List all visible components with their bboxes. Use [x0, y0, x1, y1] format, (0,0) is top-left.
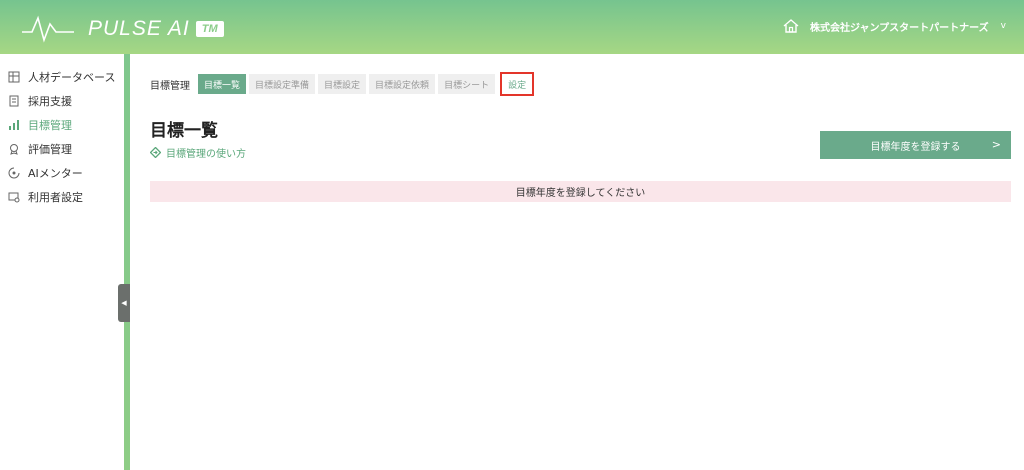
tab-goal-request[interactable]: 目標設定依頼	[369, 74, 436, 94]
logo[interactable]: PULSE AI TM	[22, 14, 224, 44]
chevron-right-icon: >	[991, 138, 1001, 151]
document-icon	[8, 95, 20, 107]
mentor-icon	[8, 167, 20, 179]
sidebar-item-label: AIメンター	[28, 167, 83, 180]
sidebar-divider	[124, 54, 130, 470]
help-link-label: 目標管理の使い方	[166, 149, 246, 160]
breadcrumb-section: 目標管理	[150, 80, 190, 92]
chart-icon	[8, 119, 20, 131]
badge-icon	[8, 143, 20, 155]
sidebar-collapse-handle[interactable]: ◀	[118, 284, 130, 322]
sidebar-item-label: 採用支援	[28, 95, 72, 108]
sidebar: 人材データベース 採用支援 目標管理 評価管理 AIメンター 利用者設定	[0, 54, 124, 470]
home-icon[interactable]	[782, 17, 800, 35]
pulse-logo-icon	[22, 15, 74, 43]
app-header: PULSE AI TM 株式会社ジャンプスタートパートナーズ v	[0, 0, 1024, 54]
chevron-down-icon[interactable]: v	[1001, 21, 1006, 31]
sidebar-item-label: 評価管理	[28, 143, 72, 156]
page-title: 目標一覧	[150, 121, 218, 141]
sidebar-item-user-settings[interactable]: 利用者設定	[8, 188, 83, 206]
logo-tm-badge: TM	[195, 21, 224, 37]
sidebar-item-label: 目標管理	[28, 119, 72, 132]
notice-text: 目標年度を登録してください	[515, 188, 646, 199]
breadcrumb: 目標管理 目標一覧 目標設定準備 目標設定 目標設定依頼 目標シート 設定	[150, 72, 535, 96]
help-link[interactable]: 目標管理の使い方	[150, 145, 246, 160]
user-settings-icon	[8, 191, 20, 203]
tab-goal-sheet[interactable]: 目標シート	[438, 74, 496, 94]
diamond-arrow-icon	[150, 147, 161, 158]
register-button-label: 目標年度を登録する	[870, 141, 961, 153]
sidebar-item-label: 利用者設定	[28, 191, 83, 204]
sidebar-item-ai-mentor[interactable]: AIメンター	[8, 164, 83, 182]
tab-goal-setting[interactable]: 目標設定	[318, 74, 367, 94]
logo-text: PULSE AI	[88, 17, 190, 40]
register-goal-year-button[interactable]: 目標年度を登録する >	[820, 131, 1011, 159]
tab-settings[interactable]: 設定	[500, 72, 535, 96]
tab-goal-list[interactable]: 目標一覧	[198, 74, 247, 94]
sidebar-item-label: 人材データベース	[28, 71, 116, 84]
chevron-left-icon: ◀	[121, 299, 127, 307]
company-name[interactable]: 株式会社ジャンプスタートパートナーズ	[810, 19, 989, 34]
database-icon	[8, 71, 20, 83]
account-menu[interactable]: 株式会社ジャンプスタートパートナーズ v	[782, 14, 1006, 38]
sidebar-item-goal-management[interactable]: 目標管理	[8, 116, 72, 134]
tab-goal-setup-prep[interactable]: 目標設定準備	[249, 74, 316, 94]
sidebar-item-talent-database[interactable]: 人材データベース	[8, 68, 115, 86]
sidebar-item-recruiting[interactable]: 採用支援	[8, 92, 72, 110]
notice-banner: 目標年度を登録してください	[150, 181, 1011, 202]
sidebar-item-evaluation[interactable]: 評価管理	[8, 140, 72, 158]
